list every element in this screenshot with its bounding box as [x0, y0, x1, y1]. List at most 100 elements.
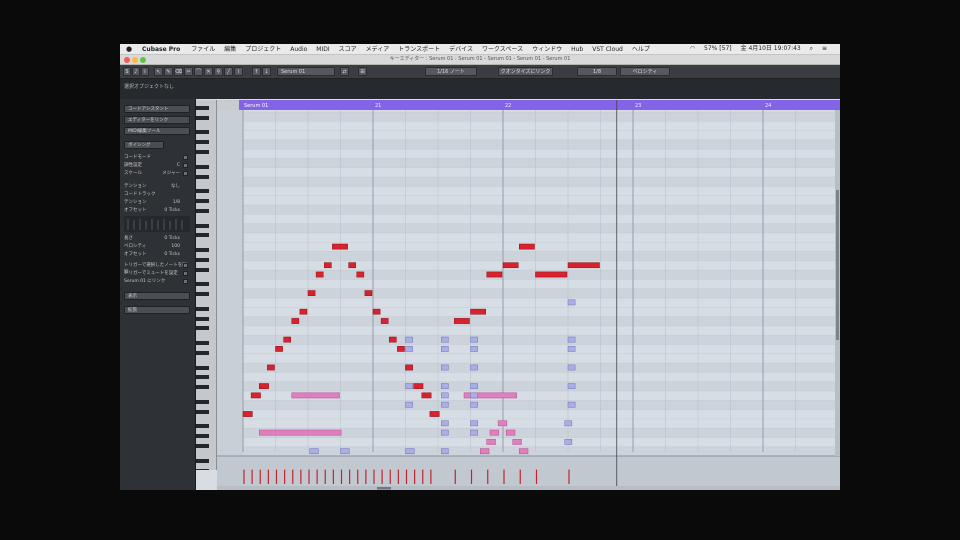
velocity-lane[interactable]	[217, 456, 840, 486]
selected-note[interactable]	[413, 383, 424, 389]
lavender-note[interactable]	[405, 346, 413, 352]
option-row[interactable]: トリガーでミュートを設定	[124, 270, 190, 277]
lavender-note[interactable]	[441, 364, 449, 371]
inspector-row[interactable]: オフセット 0 Ticks	[124, 207, 190, 214]
arrow-up-button[interactable]: ↑	[252, 67, 261, 76]
track-selector[interactable]: Serum 01	[277, 67, 335, 76]
checkbox[interactable]	[183, 171, 188, 176]
black-key[interactable]	[196, 316, 209, 321]
black-key[interactable]	[196, 267, 209, 272]
black-key[interactable]	[196, 174, 209, 179]
app-menu[interactable]: Cubase Pro	[142, 45, 180, 54]
black-key[interactable]	[196, 399, 209, 404]
lavender-note[interactable]	[470, 336, 478, 343]
black-key[interactable]	[196, 341, 209, 346]
selected-note[interactable]	[324, 262, 332, 269]
black-key[interactable]	[196, 150, 209, 154]
inspector-row[interactable]: スケール メジャー	[124, 170, 190, 177]
lavender-note[interactable]	[564, 439, 573, 445]
black-key[interactable]	[196, 140, 209, 145]
lavender-note[interactable]	[405, 401, 413, 408]
lavender-note[interactable]	[470, 383, 478, 389]
wifi-icon[interactable]: ◠	[690, 44, 695, 54]
selected-note[interactable]	[267, 364, 275, 371]
inspector-row[interactable]: ベロシティ 100	[124, 243, 190, 250]
object-select-tool[interactable]: ↖	[154, 67, 163, 76]
pink-note[interactable]	[486, 439, 496, 445]
selected-note[interactable]	[421, 392, 432, 399]
lavender-note[interactable]	[405, 383, 413, 389]
selected-note[interactable]	[519, 243, 535, 250]
solo-button[interactable]: S	[123, 67, 131, 76]
menu-item[interactable]: ヘルプ	[632, 45, 650, 54]
selected-note[interactable]	[372, 308, 381, 315]
erase-tool[interactable]: ⌫	[174, 67, 183, 76]
inspector-row[interactable]: 調性設定 C	[124, 162, 190, 169]
display-section[interactable]: 表示	[124, 292, 190, 300]
pink-note[interactable]	[512, 439, 522, 445]
menu-item[interactable]: トランスポート	[398, 45, 440, 54]
black-key[interactable]	[196, 434, 209, 439]
checkbox[interactable]	[183, 263, 188, 268]
time-warp-tool[interactable]: ⌇	[234, 67, 243, 76]
lavender-note[interactable]	[567, 346, 576, 352]
black-key[interactable]	[196, 282, 209, 287]
selected-note[interactable]	[470, 308, 486, 315]
pink-note[interactable]	[259, 429, 342, 436]
inspector-row[interactable]: テンション 1/8	[124, 199, 190, 206]
black-key[interactable]	[196, 189, 209, 194]
pink-note[interactable]	[291, 392, 340, 399]
vertical-scroll-thumb[interactable]	[836, 190, 839, 340]
selected-note[interactable]	[405, 364, 413, 371]
draw-tool[interactable]: ✎	[164, 67, 173, 76]
checkbox[interactable]	[183, 279, 188, 284]
grid-select[interactable]: 1/8	[577, 67, 617, 76]
selected-note[interactable]	[307, 290, 316, 296]
line-tool[interactable]: ╱	[224, 67, 233, 76]
black-key[interactable]	[196, 444, 209, 448]
black-key[interactable]	[196, 292, 209, 297]
selected-note[interactable]	[389, 336, 397, 343]
menu-item[interactable]: スコア	[339, 45, 357, 54]
black-key[interactable]	[196, 424, 209, 429]
black-key[interactable]	[196, 199, 209, 203]
lavender-note[interactable]	[567, 364, 576, 371]
menu-item[interactable]: 編集	[224, 45, 236, 54]
apple-icon[interactable]: ●	[126, 44, 132, 54]
black-key[interactable]	[196, 409, 209, 414]
black-key[interactable]	[196, 105, 209, 110]
selected-note[interactable]	[259, 383, 269, 389]
listen-button[interactable]: ♪	[132, 67, 140, 76]
arrow-down-button[interactable]: ↓	[262, 67, 271, 76]
lavender-note[interactable]	[567, 299, 576, 306]
checkbox[interactable]	[183, 155, 188, 160]
black-key[interactable]	[196, 468, 209, 470]
selected-note[interactable]	[364, 290, 373, 296]
menu-item[interactable]: VST Cloud	[592, 45, 623, 54]
lavender-note[interactable]	[441, 392, 449, 399]
search-icon[interactable]: ⌕	[810, 44, 813, 54]
info-button[interactable]: i	[141, 67, 149, 76]
note-grid[interactable]: Serum 012122232425	[217, 100, 840, 490]
black-key[interactable]	[196, 248, 209, 252]
lavender-note[interactable]	[564, 420, 573, 427]
menu-item[interactable]: プロジェクト	[245, 45, 281, 54]
lavender-note[interactable]	[405, 336, 413, 343]
selected-note[interactable]	[250, 392, 261, 399]
lavender-note[interactable]	[470, 392, 478, 399]
black-key[interactable]	[196, 385, 209, 390]
lavender-note[interactable]	[441, 383, 449, 389]
lavender-note[interactable]	[567, 401, 576, 408]
selected-note[interactable]	[397, 346, 405, 352]
note-display[interactable]: Serum 012122232425	[217, 100, 840, 490]
lavender-note[interactable]	[441, 448, 449, 455]
selected-note[interactable]	[535, 271, 568, 278]
lavender-note[interactable]	[470, 429, 478, 436]
lavender-note[interactable]	[309, 448, 319, 455]
black-key[interactable]	[196, 326, 209, 331]
lavender-note[interactable]	[441, 336, 449, 343]
menu-list-icon[interactable]: ≡	[822, 44, 827, 54]
split-tool[interactable]: ✂	[184, 67, 193, 76]
selected-note[interactable]	[275, 346, 283, 352]
lavender-note[interactable]	[441, 429, 449, 436]
